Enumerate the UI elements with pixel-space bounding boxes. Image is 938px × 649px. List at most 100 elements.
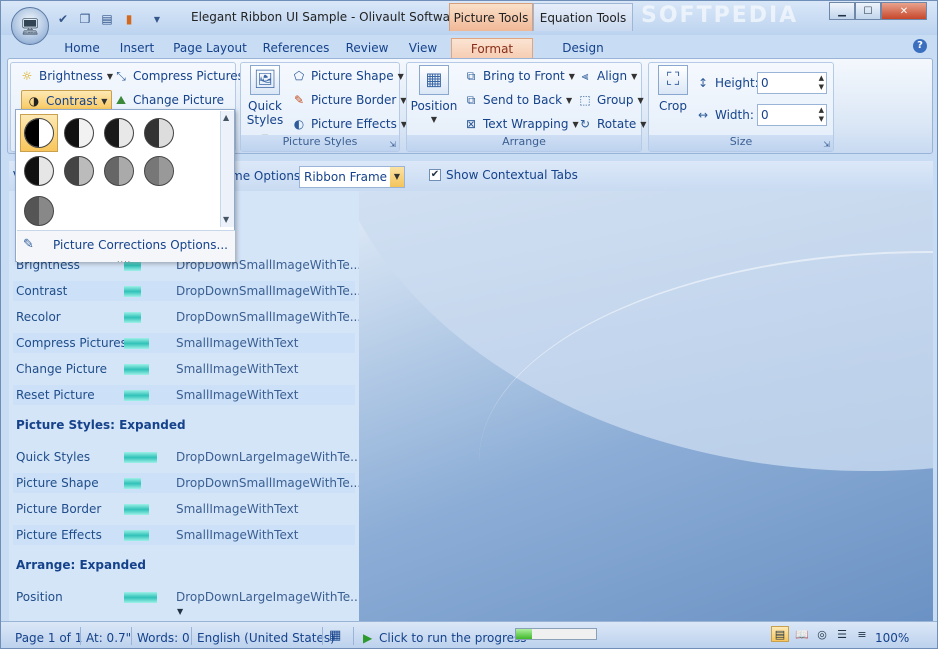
- divider: [191, 627, 192, 645]
- frame-select[interactable]: Ribbon Frame ▼: [299, 166, 405, 188]
- gallery-scrollbar[interactable]: ▲ ▼: [220, 111, 234, 227]
- list-item[interactable]: Picture Border SmallImageWithText: [13, 499, 355, 519]
- spinner-arrows-icon[interactable]: ▲ ▼: [819, 106, 824, 124]
- progress-fill: [516, 629, 532, 639]
- contrast-option-half: [39, 197, 53, 225]
- tab-insert[interactable]: Insert: [113, 38, 161, 58]
- tab-references[interactable]: References: [259, 38, 333, 58]
- tab-design[interactable]: Design: [541, 38, 625, 58]
- list-item[interactable]: Compress Pictures SmallImageWithText: [13, 333, 355, 353]
- list-item[interactable]: Recolor DropDownSmallImageWithTe...: [13, 307, 359, 327]
- group-button[interactable]: ⬚ Group ▼: [577, 90, 643, 110]
- page-count[interactable]: Page 1 of 1: [15, 631, 82, 645]
- list-item-name: Recolor: [16, 310, 61, 324]
- text-wrapping-button[interactable]: ⊠ Text Wrapping ▼: [463, 114, 579, 134]
- position-button[interactable]: ▦ Position ▼: [411, 65, 457, 127]
- chevron-down-icon[interactable]: ▼: [390, 167, 404, 187]
- tab-format[interactable]: Format: [451, 38, 533, 58]
- list-item-size-bar: [124, 530, 149, 541]
- height-icon: ↕: [697, 76, 709, 90]
- print-layout-view-icon[interactable]: ▤: [771, 626, 789, 642]
- help-icon[interactable]: ?: [913, 39, 927, 53]
- contrast-option[interactable]: [144, 118, 174, 148]
- contrast-option[interactable]: [24, 156, 54, 186]
- effects-icon: ◐: [293, 117, 305, 131]
- maximize-button[interactable]: ☐: [855, 2, 881, 20]
- resize-grip[interactable]: ....: [117, 255, 131, 264]
- scroll-down-icon[interactable]: ▼: [223, 215, 229, 224]
- watermark: SOFTPEDIA: [641, 3, 799, 28]
- reading-view-icon[interactable]: 📖: [793, 626, 811, 642]
- contrast-option[interactable]: [144, 156, 174, 186]
- list-item[interactable]: Change Picture SmallImageWithText: [13, 359, 355, 379]
- check-icon[interactable]: ✔: [55, 11, 71, 27]
- align-button[interactable]: ⫷ Align ▼: [577, 66, 638, 86]
- draft-view-icon[interactable]: ≡: [853, 626, 871, 642]
- list-item[interactable]: Picture Shape DropDownSmallImageWithTe...: [13, 473, 359, 493]
- contrast-option[interactable]: [104, 118, 134, 148]
- list-item[interactable]: Reset Picture SmallImageWithText: [13, 385, 355, 405]
- list-item[interactable]: Picture Effects SmallImageWithText: [13, 525, 355, 545]
- contrast-option[interactable]: [64, 156, 94, 186]
- outline-view-icon[interactable]: ☰: [833, 626, 851, 642]
- progress-caption[interactable]: Click to run the progress: [379, 631, 527, 645]
- chart-icon[interactable]: ▮: [121, 11, 137, 27]
- tab-home[interactable]: Home: [53, 38, 111, 58]
- height-spinner[interactable]: 0 ▲ ▼: [757, 72, 827, 94]
- send-to-back-button[interactable]: ⧉ Send to Back ▼: [463, 90, 572, 110]
- list-item[interactable]: Position DropDownLargeImageWithTe...: [13, 587, 359, 607]
- contrast-option[interactable]: [104, 156, 134, 186]
- language[interactable]: English (United States): [197, 631, 335, 645]
- bring-to-front-button[interactable]: ⧉ Bring to Front ▼: [463, 66, 575, 86]
- contrast-option-half: [159, 119, 173, 147]
- scroll-down-icon[interactable]: ▼: [177, 607, 183, 616]
- close-button[interactable]: ✕: [881, 2, 927, 20]
- change-picture-button[interactable]: ⛰ Change Picture: [113, 90, 224, 110]
- dialog-launcher-icon[interactable]: ⇲: [823, 140, 830, 149]
- list-item-name: Change Picture: [16, 362, 108, 376]
- picture-border-button[interactable]: ✎ Picture Border ▼: [291, 90, 407, 110]
- brightness-button[interactable]: ☼ Brightness ▼: [19, 66, 113, 86]
- contrast-option-half: [119, 157, 133, 185]
- text-wrapping-icon: ⊠: [465, 117, 477, 131]
- copy-icon[interactable]: ❐: [77, 11, 93, 27]
- play-icon[interactable]: ▶: [363, 631, 372, 645]
- contrast-option[interactable]: [24, 196, 54, 226]
- contrast-option[interactable]: [24, 118, 54, 148]
- scroll-up-icon[interactable]: ▲: [223, 113, 229, 122]
- bring-to-front-icon: ⧉: [466, 68, 476, 83]
- width-spinner[interactable]: 0 ▲ ▼: [757, 104, 827, 126]
- application-menu-button[interactable]: 🖥: [11, 7, 49, 45]
- compress-pictures-button[interactable]: ⤡ Compress Pictures: [113, 66, 244, 86]
- document-area[interactable]: [359, 191, 933, 621]
- list-item[interactable]: Quick Styles DropDownLargeImageWithTe...: [13, 447, 359, 467]
- dialog-launcher-icon[interactable]: ⇲: [389, 140, 396, 149]
- contrast-option[interactable]: [64, 118, 94, 148]
- minimize-button[interactable]: ▁: [829, 2, 855, 20]
- picture-shape-button[interactable]: ⬠ Picture Shape ▼: [291, 66, 404, 86]
- qat-dropdown-icon[interactable]: ▼: [149, 11, 165, 27]
- list-item-size-bar: [124, 286, 141, 297]
- word-count[interactable]: Words: 0: [137, 631, 190, 645]
- picture-corrections-options-item[interactable]: ✎ Picture Corrections Options... ....: [17, 230, 235, 264]
- tab-view[interactable]: View: [401, 38, 445, 58]
- document-icon[interactable]: ▤: [99, 11, 115, 27]
- show-contextual-tabs-label[interactable]: Show Contextual Tabs: [446, 168, 578, 182]
- shape-icon: ⬠: [293, 69, 305, 83]
- picture-effects-button[interactable]: ◐ Picture Effects ▼: [291, 114, 407, 134]
- cursor-position[interactable]: At: 0.7": [86, 631, 131, 645]
- calendar-icon[interactable]: ▦: [329, 628, 341, 643]
- tab-page-layout[interactable]: Page Layout: [169, 38, 251, 58]
- list-item-size-bar: [124, 452, 157, 463]
- quick-styles-button[interactable]: 🖼 Quick Styles ▼: [245, 65, 285, 145]
- spinner-arrows-icon[interactable]: ▲ ▼: [819, 74, 824, 92]
- tab-review[interactable]: Review: [341, 38, 393, 58]
- web-layout-view-icon[interactable]: ◎: [813, 626, 831, 642]
- list-item[interactable]: Contrast DropDownSmallImageWithTe...: [13, 281, 359, 301]
- compress-icon: ⤡: [116, 68, 126, 83]
- rotate-button[interactable]: ↻ Rotate ▼: [577, 114, 646, 134]
- zoom-level[interactable]: 100%: [875, 631, 909, 645]
- show-contextual-tabs-checkbox[interactable]: ✔: [429, 169, 441, 181]
- crop-button[interactable]: ⛶ Crop: [653, 65, 693, 113]
- divider: [131, 627, 132, 645]
